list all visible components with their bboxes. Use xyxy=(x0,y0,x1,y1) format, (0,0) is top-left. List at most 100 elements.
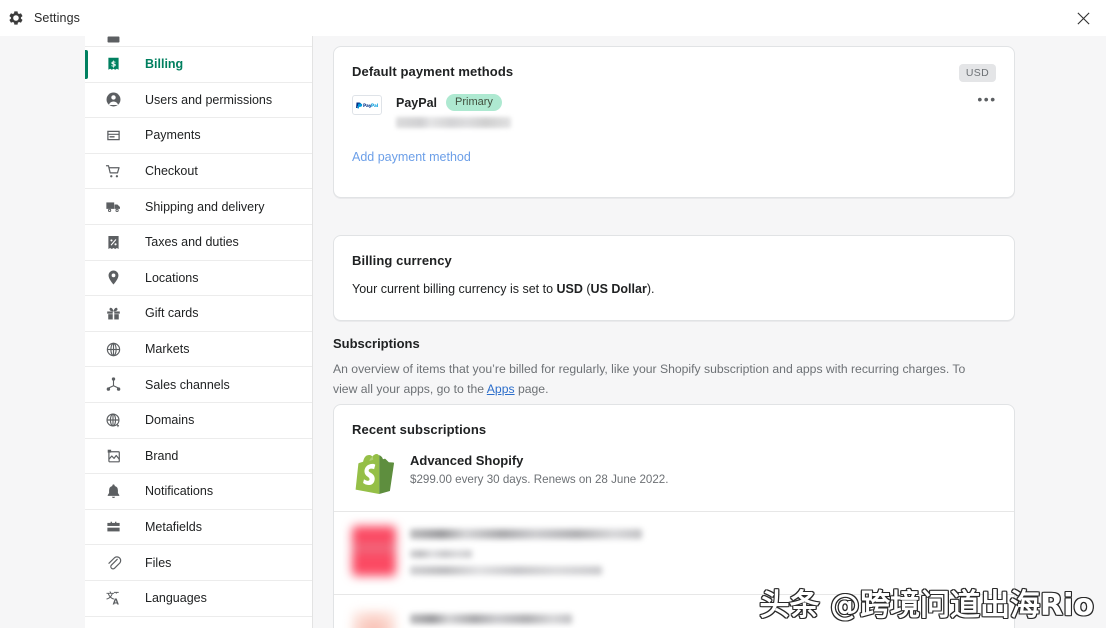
user-icon xyxy=(103,90,123,110)
card-title: Recent subscriptions xyxy=(352,422,487,437)
clipped-item-icon xyxy=(103,36,123,46)
sidebar-item-shipping-and-delivery[interactable]: Shipping and delivery xyxy=(85,189,312,225)
sidebar-item-payments[interactable]: Payments xyxy=(85,118,312,154)
subscription-meta: $299.00 every 30 days. Renews on 28 June… xyxy=(410,473,669,486)
card-header: Recent subscriptions xyxy=(334,405,1014,437)
sidebar-item-partially-visible-bottom[interactable] xyxy=(85,616,312,628)
percent-receipt-icon xyxy=(103,232,123,252)
sidebar-item-label: Markets xyxy=(145,342,190,357)
metafields-icon xyxy=(103,517,123,537)
close-icon[interactable] xyxy=(1060,0,1106,36)
domain-globe-icon xyxy=(103,410,123,430)
sidebar-item-domains[interactable]: Domains xyxy=(85,402,312,439)
currency-text-suffix: ). xyxy=(646,282,655,296)
currency-code: USD xyxy=(556,282,583,296)
sidebar-item-label: Checkout xyxy=(145,164,198,179)
languages-icon: 文 A xyxy=(103,588,123,608)
sidebar-item-label: Shipping and delivery xyxy=(145,199,265,214)
section-title: Subscriptions xyxy=(333,336,420,351)
sidebar-item-label: Users and permissions xyxy=(145,92,273,107)
sidebar-item-gift-cards[interactable]: Gift cards xyxy=(85,296,312,332)
paperclip-icon xyxy=(103,553,123,573)
currency-text-prefix: Your current billing currency is set to xyxy=(352,282,557,296)
sidebar-item-label: Notifications xyxy=(145,484,214,499)
sidebar-item-clipped-above[interactable] xyxy=(85,36,312,47)
sidebar-item-notifications[interactable]: Notifications xyxy=(85,474,312,510)
payment-method-name: PayPal xyxy=(396,95,438,110)
bell-icon xyxy=(103,481,123,501)
section-description: An overview of items that you’re billed … xyxy=(333,360,988,400)
svg-text:Pal: Pal xyxy=(371,103,379,109)
sidebar-item-files[interactable]: Files xyxy=(85,545,312,581)
subscription-details xyxy=(410,611,996,628)
sidebar-item-label: Metafields xyxy=(145,520,202,535)
currency-text-mid: ( xyxy=(582,282,591,296)
billing-icon: $ xyxy=(103,54,123,74)
redacted-account-detail xyxy=(396,117,511,129)
sidebar-item-label: Brand xyxy=(145,448,179,463)
brand-image-icon xyxy=(103,446,123,466)
paypal-logo-icon: Pay Pal xyxy=(352,95,382,115)
card-header: Default payment methods USD xyxy=(334,47,1014,82)
settings-page: $ Billing Users and permissions Payments… xyxy=(0,36,1106,628)
subscriptions-section-header: Subscriptions An overview of items that … xyxy=(333,336,1015,400)
sidebar-item-label: Languages xyxy=(145,591,207,606)
description-part-2: page. xyxy=(514,381,549,396)
description-part-1: An overview of items that you’re billed … xyxy=(333,362,966,396)
svg-text:Pay: Pay xyxy=(363,103,372,109)
sidebar-item-metafields[interactable]: Metafields xyxy=(85,509,312,546)
sidebar-item-checkout[interactable]: Checkout xyxy=(85,153,312,190)
card-title: Default payment methods xyxy=(352,64,514,79)
sidebar-item-languages[interactable]: 文 A Languages xyxy=(85,580,312,617)
sidebar-item-brand[interactable]: Brand xyxy=(85,438,312,475)
recent-subscriptions-card: Recent subscriptions Advanced Shopify $2… xyxy=(333,404,1015,628)
currency-badge[interactable]: USD xyxy=(958,64,996,82)
apps-link[interactable]: Apps xyxy=(487,382,515,396)
truck-icon xyxy=(103,197,123,217)
settings-sidebar[interactable]: $ Billing Users and permissions Payments… xyxy=(85,36,313,628)
payment-method-row: Pay Pal PayPal Primary ••• xyxy=(334,82,1014,129)
window-title-bar: Settings xyxy=(0,0,1106,36)
location-pin-icon xyxy=(103,268,123,288)
window-title: Settings xyxy=(34,11,80,25)
payments-icon xyxy=(103,125,123,145)
add-payment-method-link[interactable]: Add payment method xyxy=(334,128,1014,164)
gear-icon xyxy=(8,10,24,26)
sidebar-item-label: Billing xyxy=(145,57,184,72)
svg-text:A: A xyxy=(112,597,119,606)
redacted-subscription-meta-1 xyxy=(410,550,472,558)
sidebar-item-sales-channels[interactable]: Sales channels xyxy=(85,367,312,403)
sidebar-item-label: Domains xyxy=(145,413,195,428)
sidebar-item-billing[interactable]: $ Billing xyxy=(85,47,312,83)
sidebar-item-users-and-permissions[interactable]: Users and permissions xyxy=(85,82,312,119)
subscription-details xyxy=(410,526,996,575)
shopify-bag-icon xyxy=(352,451,396,495)
subscription-row[interactable] xyxy=(334,595,1014,628)
sidebar-item-locations[interactable]: Locations xyxy=(85,260,312,297)
redacted-red-app-icon xyxy=(352,526,396,576)
sales-channels-icon xyxy=(103,375,123,395)
sidebar-item-label: Sales channels xyxy=(145,377,230,392)
svg-text:$: $ xyxy=(110,59,115,68)
kebab-menu-icon[interactable]: ••• xyxy=(974,88,1000,110)
sidebar-item-markets[interactable]: Markets xyxy=(85,331,312,368)
redacted-pink-app-icon xyxy=(352,611,396,628)
sidebar-item-taxes-and-duties[interactable]: Taxes and duties xyxy=(85,224,312,261)
markets-globe-icon xyxy=(103,339,123,359)
subscription-row[interactable] xyxy=(334,512,1014,595)
cart-icon xyxy=(103,161,123,181)
billing-currency-text: Your current billing currency is set to … xyxy=(352,282,996,296)
redacted-subscription-name xyxy=(410,529,642,539)
currency-name: US Dollar xyxy=(590,282,647,296)
sidebar-item-label: Payments xyxy=(145,128,201,143)
redacted-subscription-name xyxy=(410,614,572,624)
payment-method-info: PayPal Primary xyxy=(396,94,511,129)
redacted-subscription-meta-2 xyxy=(410,566,602,575)
card-title: Billing currency xyxy=(352,253,452,268)
subscription-name: Advanced Shopify xyxy=(410,453,524,468)
sidebar-item-label: Locations xyxy=(145,270,199,285)
sidebar-item-label: Taxes and duties xyxy=(145,235,239,250)
sidebar-item-label: Gift cards xyxy=(145,306,199,321)
subscription-details: Advanced Shopify $299.00 every 30 days. … xyxy=(410,451,996,486)
subscription-row[interactable]: Advanced Shopify $299.00 every 30 days. … xyxy=(334,437,1014,512)
